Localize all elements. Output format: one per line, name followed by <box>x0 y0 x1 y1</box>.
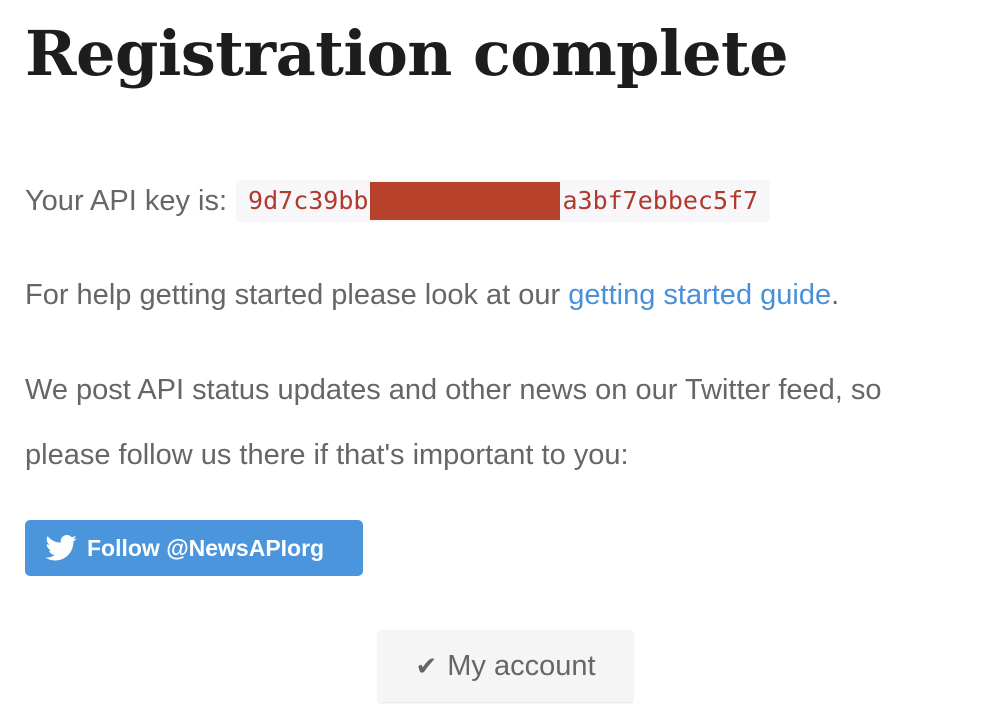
news-text-line-2: please follow us there if that's importa… <box>25 439 629 471</box>
api-key-prefix: 9d7c39bb <box>248 186 369 215</box>
checkmark-icon: ✔ <box>415 650 438 681</box>
api-key-label: Your API key is: <box>25 185 228 217</box>
api-key-value[interactable]: 9d7c39bb a3bf7ebbec5f7 <box>236 180 771 222</box>
follow-twitter-button[interactable]: Follow @NewsAPIorg <box>25 520 363 576</box>
my-account-label: My account <box>447 649 596 682</box>
twitter-bird-icon <box>45 535 77 561</box>
api-key-suffix: a3bf7ebbec5f7 <box>562 186 759 215</box>
registration-page: Registration complete Your API key is: 9… <box>0 0 985 722</box>
api-key-row: Your API key is: 9d7c39bb a3bf7ebbec5f7 <box>25 180 771 222</box>
page-title: Registration complete <box>25 17 789 90</box>
my-account-button[interactable]: ✔ My account <box>378 630 633 702</box>
help-text-after: . <box>831 279 840 311</box>
follow-twitter-label: Follow @NewsAPIorg <box>87 534 325 561</box>
help-text: For help getting started please look at … <box>25 277 839 313</box>
help-text-before: For help getting started please look at … <box>25 279 569 311</box>
getting-started-link[interactable]: getting started guide <box>568 279 831 311</box>
api-key-redaction <box>370 182 561 220</box>
news-text-line-1: We post API status updates and other new… <box>25 374 882 406</box>
